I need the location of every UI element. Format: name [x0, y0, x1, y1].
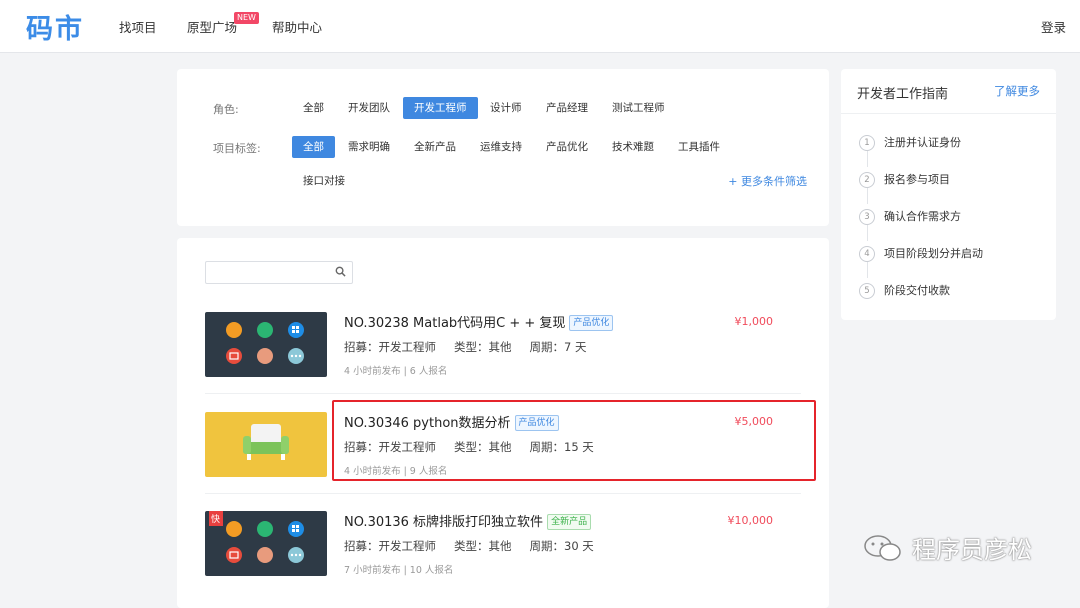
- project-info: 4 小时前发布 | 9 人报名: [344, 466, 448, 477]
- tag-chip-clear-req[interactable]: 需求明确: [337, 136, 401, 158]
- top-header: 码市 找项目 原型广场 NEW 帮助中心 登录: [0, 0, 1080, 53]
- project-item[interactable]: 快 NO.30136 标牌排版打印独立软件 全新产品 招募：开发工程师 类型：其他周…: [205, 511, 801, 599]
- project-tag: 全新产品: [547, 514, 592, 530]
- guide-step: 4 项目阶段划分并启动: [859, 245, 983, 262]
- role-label: 角色:: [213, 103, 239, 116]
- learn-more-link[interactable]: 了解更多: [994, 83, 1040, 99]
- wechat-icon: [864, 535, 901, 561]
- tech-icons-graphic: [226, 322, 304, 364]
- project-thumbnail: [205, 412, 327, 477]
- tag-label: 项目标签:: [213, 142, 261, 155]
- step-connector: [867, 225, 868, 241]
- step-connector: [867, 151, 868, 167]
- more-filters-link[interactable]: + 更多条件筛选: [728, 173, 807, 189]
- project-info: 7 小时前发布 | 10 人报名: [344, 565, 454, 576]
- role-chip-pm[interactable]: 产品经理: [535, 97, 599, 119]
- divider: [205, 393, 801, 394]
- project-title[interactable]: NO.30238 Matlab代码用C + + 复现 产品优化: [344, 312, 614, 331]
- tag-chip-optimize[interactable]: 产品优化: [535, 136, 599, 158]
- project-info: 4 小时前发布 | 6 人报名: [344, 366, 448, 377]
- guide-step: 3 确认合作需求方: [859, 208, 961, 225]
- filter-panel: 角色: 全部 开发团队 开发工程师 设计师 产品经理 测试工程师 项目标签: 全…: [177, 69, 829, 226]
- project-price: ¥5,000: [734, 415, 774, 428]
- watermark-text: 程序员彦松: [912, 536, 1032, 564]
- developer-guide-panel: 开发者工作指南 了解更多 1 注册并认证身份 2 报名参与项目 3 确认合作需求方 4…: [841, 69, 1056, 320]
- step-number: 1: [859, 135, 875, 151]
- project-meta: 招募：开发工程师 类型：其他 周期：30 天: [344, 539, 594, 553]
- role-chip-dev-team[interactable]: 开发团队: [337, 97, 401, 119]
- search-icon[interactable]: [335, 266, 346, 277]
- project-item[interactable]: NO.30346 python数据分析 产品优化 招募：开发工程师 类型：其他 周期：…: [205, 412, 801, 500]
- step-connector: [867, 262, 868, 278]
- tech-icons-graphic: [209, 511, 304, 563]
- login-link[interactable]: 登录: [1041, 17, 1066, 36]
- guide-step: 1 注册并认证身份: [859, 134, 961, 151]
- project-price: ¥1,000: [734, 315, 774, 328]
- search-box: [205, 261, 353, 284]
- search-input[interactable]: [210, 263, 332, 284]
- role-chip-developer[interactable]: 开发工程师: [403, 97, 478, 119]
- nav-find-projects[interactable]: 找项目: [119, 17, 157, 36]
- step-number: 3: [859, 209, 875, 225]
- project-tag: 产品优化: [569, 315, 614, 331]
- project-item[interactable]: NO.30238 Matlab代码用C + + 复现 产品优化 招募：开发工程师类…: [205, 312, 801, 400]
- urgent-badge: 快: [211, 515, 221, 525]
- tag-chip-ops[interactable]: 运维支持: [469, 136, 533, 158]
- project-thumbnail: [205, 312, 327, 377]
- new-badge: NEW: [234, 12, 259, 24]
- project-thumbnail: 快: [205, 511, 327, 576]
- role-chip-all[interactable]: 全部: [292, 97, 335, 119]
- step-number: 5: [859, 283, 875, 299]
- project-meta: 招募：开发工程师 类型：其他 周期：7 天: [344, 340, 587, 354]
- tag-chip-tech-problem[interactable]: 技术难题: [601, 136, 665, 158]
- nav-help-center[interactable]: 帮助中心: [272, 17, 322, 36]
- guide-step: 5 阶段交付收款: [859, 282, 950, 299]
- nav-prototype-plaza[interactable]: 原型广场: [187, 17, 237, 36]
- guide-title: 开发者工作指南: [857, 87, 949, 102]
- step-number: 2: [859, 172, 875, 188]
- role-chip-designer[interactable]: 设计师: [479, 97, 533, 119]
- tag-chip-all[interactable]: 全部: [292, 136, 335, 158]
- project-tag: 产品优化: [514, 415, 559, 431]
- step-connector: [867, 188, 868, 204]
- guide-step: 2 报名参与项目: [859, 171, 950, 188]
- tag-chip-new-product[interactable]: 全新产品: [403, 136, 467, 158]
- project-title[interactable]: NO.30346 python数据分析 产品优化: [344, 412, 559, 431]
- project-title[interactable]: NO.30136 标牌排版打印独立软件 全新产品: [344, 511, 592, 530]
- tag-chip-tools[interactable]: 工具插件: [667, 136, 731, 158]
- divider: [205, 493, 801, 494]
- tag-chip-api[interactable]: 接口对接: [292, 170, 356, 192]
- project-price: ¥10,000: [727, 514, 774, 527]
- site-logo[interactable]: 码市: [26, 7, 84, 46]
- role-chip-tester[interactable]: 测试工程师: [601, 97, 676, 119]
- project-list-panel: NO.30238 Matlab代码用C + + 复现 产品优化 招募：开发工程师类…: [177, 238, 829, 608]
- sofa-icon: [243, 424, 289, 460]
- step-number: 4: [859, 246, 875, 262]
- project-meta: 招募：开发工程师 类型：其他 周期：15 天: [344, 440, 594, 454]
- divider: [841, 113, 1056, 114]
